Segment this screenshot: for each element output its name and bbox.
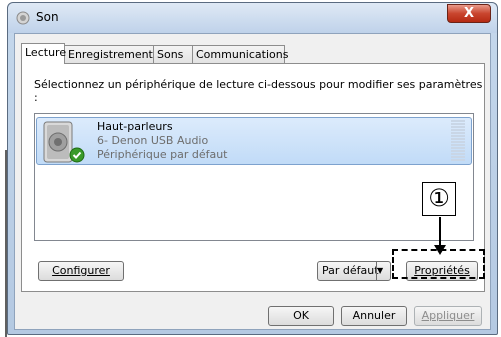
apply-button[interactable]: Appliquer [414,306,482,326]
tab-sons[interactable]: Sons [153,45,193,64]
default-split-button[interactable]: Par défaut ▼ [317,261,391,281]
configure-label: Configurer [52,264,110,277]
volume-level-meter [451,120,465,162]
sound-dialog: Son X Lecture Enregistrement Sons Commun… [7,2,498,335]
tab-lecture[interactable]: Lecture [21,43,66,64]
callout-number: ① [422,182,456,216]
tab-enregistrement[interactable]: Enregistrement [64,45,154,64]
configure-button[interactable]: Configurer [38,261,124,281]
callout-arrow-icon [434,217,446,255]
title-bar[interactable]: Son X [8,3,497,33]
chevron-down-icon[interactable]: ▼ [376,262,390,280]
close-button[interactable]: X [447,4,491,23]
instruction-text: Sélectionnez un périphérique de lecture … [34,78,483,104]
default-label: Par défaut [322,264,379,277]
check-icon [69,147,85,163]
device-row-speakers[interactable]: Haut-parleurs 6- Denon USB Audio Périphé… [36,117,472,165]
cancel-button[interactable]: Annuler [341,306,407,326]
apply-label: Appliquer [421,309,475,322]
speaker-icon [43,121,85,163]
device-description: 6- Denon USB Audio [97,134,209,147]
window-title: Son [36,10,59,24]
device-status: Périphérique par défaut [97,148,228,161]
ok-button[interactable]: OK [268,306,334,326]
device-name: Haut-parleurs [97,120,173,133]
sound-app-icon [16,11,30,25]
dialog-client: Lecture Enregistrement Sons Communicatio… [14,33,491,330]
tab-communications[interactable]: Communications [192,45,288,64]
device-list[interactable]: Haut-parleurs 6- Denon USB Audio Périphé… [34,113,474,241]
